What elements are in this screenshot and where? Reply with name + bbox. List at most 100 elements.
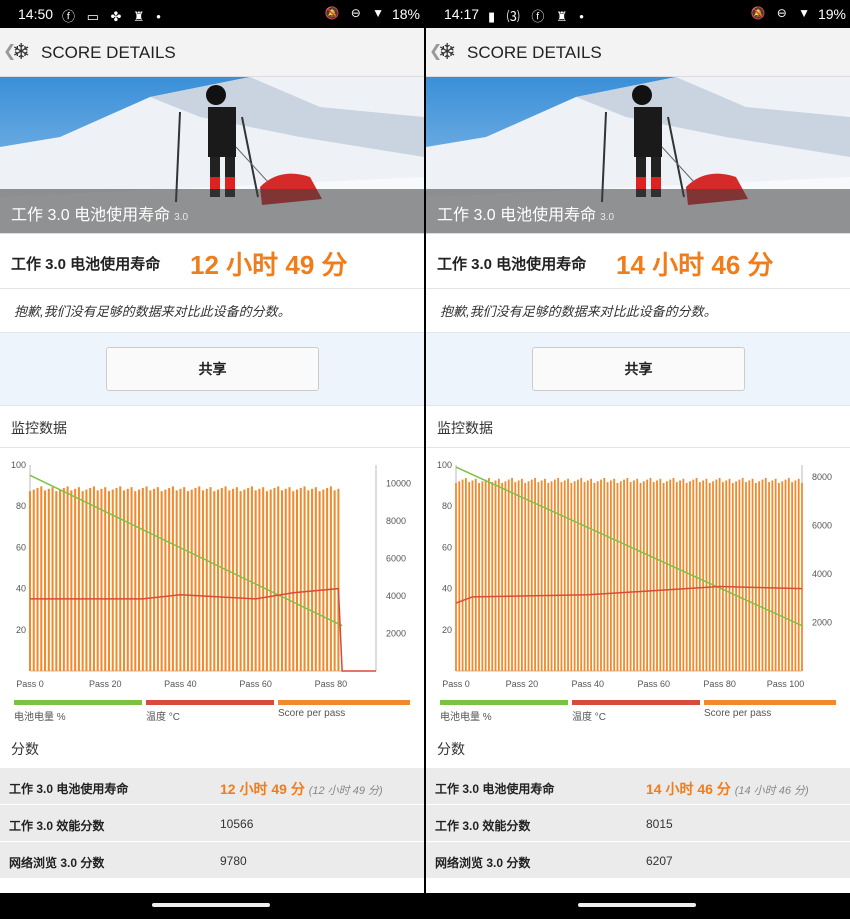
score-bar bbox=[145, 486, 148, 671]
result-label: 工作 3.0 电池使用寿命 bbox=[11, 256, 161, 273]
x-tick-label: Pass 80 bbox=[703, 679, 736, 689]
score-bar bbox=[47, 488, 50, 671]
score-bar bbox=[685, 482, 688, 671]
score-bar bbox=[468, 482, 471, 671]
y-right-tick-label: 2000 bbox=[812, 618, 832, 628]
score-bar bbox=[735, 481, 737, 671]
score-bar bbox=[303, 486, 306, 671]
score-bar bbox=[550, 481, 553, 671]
share-button[interactable]: 共享 bbox=[106, 347, 319, 391]
score-bar bbox=[791, 482, 794, 671]
status-time: 14:17 bbox=[444, 6, 480, 22]
system-icons: 🔕 ⊖ ▼ bbox=[750, 6, 814, 20]
scores-table: 工作 3.0 电池使用寿命 12 小时 49 分 (12 小时 49 分) 工作… bbox=[0, 768, 424, 879]
score-bar bbox=[603, 477, 606, 671]
score-bar bbox=[228, 490, 231, 671]
y-right-tick-label: 6000 bbox=[812, 521, 832, 531]
result-value: 12 小时 49 分 bbox=[190, 250, 348, 280]
score-bar bbox=[458, 481, 461, 671]
score-bar bbox=[36, 487, 39, 671]
status-time: 14:50 bbox=[18, 6, 54, 22]
status-bar: 14:50 ⓕ ▭ ✤ ♜ • 🔕 ⊖ ▼ 18% bbox=[0, 0, 424, 28]
monitoring-chart-area: 20 40 60 80 100 2000 4000 6000 8000 10000 Pass 0 Pa… bbox=[0, 448, 424, 698]
y-left-tick-label: 100 bbox=[437, 460, 452, 470]
score-bar bbox=[100, 488, 103, 671]
score-bar bbox=[698, 482, 701, 671]
home-gesture-pill[interactable] bbox=[152, 903, 270, 907]
score-value-paren: (12 小时 49 分) bbox=[308, 785, 383, 797]
score-bar bbox=[573, 481, 576, 671]
score-row-performance: 工作 3.0 效能分数 10566 bbox=[0, 805, 424, 842]
legend-temperature: 温度 °C bbox=[572, 700, 700, 723]
score-bar bbox=[119, 486, 122, 671]
score-bar bbox=[787, 477, 790, 671]
status-bar: 14:17 ▮ ⑶ ⓕ ♜ • 🔕 ⊖ ▼ 19% bbox=[426, 0, 850, 28]
hero-image: 工作 3.0 电池使用寿命 3.0 bbox=[0, 77, 424, 234]
score-bar bbox=[659, 478, 662, 671]
score-bar bbox=[171, 486, 174, 671]
hero-image: 工作 3.0 电池使用寿命 3.0 bbox=[426, 77, 850, 234]
score-row-web-browsing: 网络浏览 3.0 分数 6207 bbox=[426, 842, 850, 879]
score-bar bbox=[258, 488, 261, 671]
score-bar bbox=[778, 482, 780, 671]
scores-table: 工作 3.0 电池使用寿命 14 小时 46 分 (14 小时 46 分) 工作… bbox=[426, 768, 850, 879]
score-bar bbox=[295, 489, 299, 671]
score-bar bbox=[547, 482, 550, 671]
score-bar bbox=[201, 490, 205, 671]
page-title: SCORE DETAILS bbox=[467, 43, 602, 62]
score-bar bbox=[794, 480, 797, 671]
legend-battery: 电池电量 % bbox=[14, 700, 142, 723]
score-bar bbox=[461, 479, 464, 671]
score-bar bbox=[277, 486, 280, 671]
score-bar bbox=[198, 486, 201, 671]
score-bar bbox=[771, 480, 774, 671]
score-bar bbox=[514, 482, 517, 671]
score-bar bbox=[141, 487, 144, 671]
score-bar bbox=[517, 480, 520, 671]
y-left-tick-label: 20 bbox=[16, 625, 26, 635]
x-tick-label: Pass 60 bbox=[637, 679, 670, 689]
score-bar bbox=[527, 481, 530, 671]
score-bar bbox=[92, 486, 95, 671]
app-bar: ❮ ❄ SCORE DETAILS bbox=[0, 28, 424, 77]
score-bar bbox=[623, 479, 625, 671]
score-bar bbox=[593, 482, 596, 671]
score-bar bbox=[669, 479, 672, 671]
score-bar bbox=[705, 478, 708, 671]
score-bar bbox=[40, 486, 43, 671]
right-screenshot: 14:17 ▮ ⑶ ⓕ ♜ • 🔕 ⊖ ▼ 19% ❮ ❄ SCORE DETA… bbox=[426, 0, 850, 919]
score-bar bbox=[280, 490, 284, 671]
x-tick-label: Pass 100 bbox=[767, 679, 805, 689]
score-bar bbox=[77, 487, 80, 671]
chart-legend: 电池电量 % 温度 °C Score per pass bbox=[440, 700, 840, 723]
score-bar bbox=[474, 478, 477, 671]
battery-percent: 18% bbox=[391, 6, 420, 22]
score-value: 9780 bbox=[220, 854, 247, 868]
score-bar bbox=[672, 477, 675, 671]
score-bar bbox=[718, 477, 721, 671]
score-bar bbox=[649, 477, 652, 671]
score-bar bbox=[464, 477, 467, 671]
score-bar bbox=[560, 482, 563, 671]
score-bar bbox=[665, 481, 668, 671]
score-bar bbox=[292, 491, 295, 671]
score-key: 工作 3.0 效能分数 bbox=[435, 819, 531, 833]
comparison-note: 抱歉,我们没有足够的数据来对比此设备的分数。 bbox=[426, 289, 850, 333]
score-bar bbox=[616, 482, 619, 671]
score-bar bbox=[609, 480, 612, 671]
monitoring-chart: 20 40 60 80 100 2000 4000 6000 8000 10000 Pass 0 Pa… bbox=[11, 460, 411, 689]
score-bar bbox=[754, 482, 757, 671]
snowflake-logo-icon: ❄ bbox=[438, 39, 457, 64]
score-bar bbox=[262, 487, 265, 671]
score-bar bbox=[481, 481, 484, 671]
score-bar bbox=[725, 480, 728, 671]
share-button[interactable]: 共享 bbox=[532, 347, 745, 391]
monitoring-title: 监控数据 bbox=[0, 406, 424, 448]
score-bar bbox=[715, 479, 718, 671]
hero-caption-sub: 3.0 bbox=[600, 212, 615, 223]
score-bar bbox=[600, 479, 602, 671]
home-gesture-pill[interactable] bbox=[578, 903, 696, 907]
score-row-battery-life: 工作 3.0 电池使用寿命 12 小时 49 分 (12 小时 49 分) bbox=[0, 768, 424, 805]
score-bar bbox=[596, 481, 599, 671]
score-bar bbox=[629, 482, 632, 671]
